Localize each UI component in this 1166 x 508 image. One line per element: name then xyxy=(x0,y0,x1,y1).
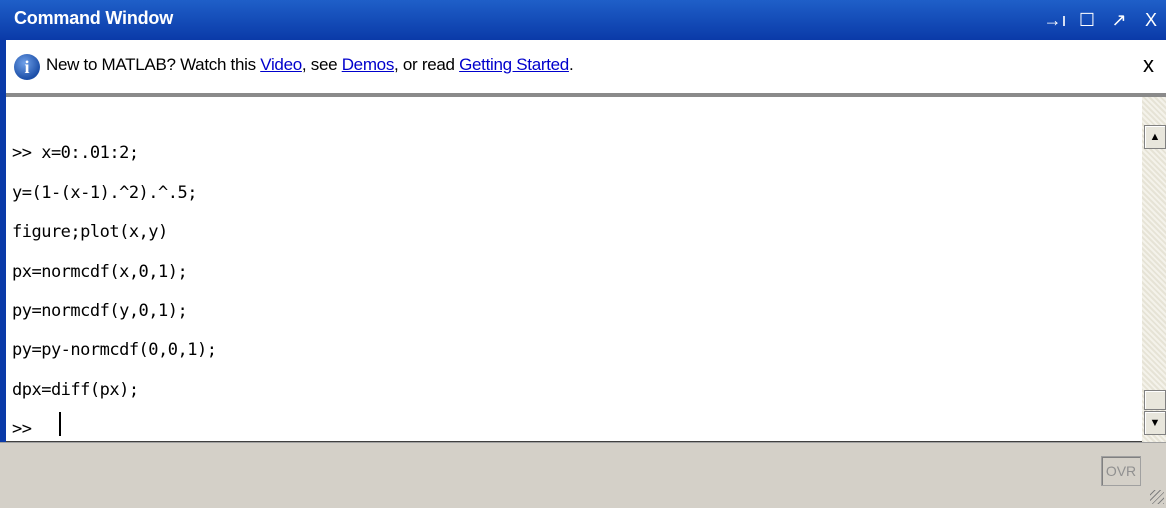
window-title: Command Window xyxy=(14,8,174,28)
info-close-icon[interactable]: x xyxy=(1143,52,1154,78)
text-cursor xyxy=(59,412,61,436)
close-icon[interactable]: X xyxy=(1142,9,1160,31)
console-line: px=normcdf(x,0,1); xyxy=(12,262,188,282)
info-icon: i xyxy=(14,54,40,80)
title-bar[interactable]: Command Window →ı ☐ ↗ X xyxy=(0,0,1166,41)
getting-started-link[interactable]: Getting Started xyxy=(459,55,569,74)
info-mid1: , see xyxy=(301,55,342,74)
restore-icon[interactable]: ↗ xyxy=(1110,9,1128,31)
undock-icon[interactable]: →ı xyxy=(1044,9,1067,31)
command-prompt[interactable]: >> xyxy=(12,419,41,439)
video-link[interactable]: Video xyxy=(260,55,302,74)
demos-link[interactable]: Demos xyxy=(342,55,395,74)
vertical-scrollbar[interactable]: ▲ ▼ xyxy=(1142,97,1166,442)
resize-grip-icon[interactable] xyxy=(1150,490,1164,504)
console-line: y=(1-(x-1).^2).^.5; xyxy=(12,183,197,203)
console-line: py=py-normcdf(0,0,1); xyxy=(12,340,217,360)
console-line: >> x=0:.01:2; xyxy=(12,143,139,163)
console-line: figure;plot(x,y) xyxy=(12,222,168,242)
maximize-icon[interactable]: ☐ xyxy=(1078,9,1096,31)
console-line: py=normcdf(y,0,1); xyxy=(12,301,188,321)
scroll-thumb[interactable] xyxy=(1144,390,1166,410)
scroll-up-button[interactable]: ▲ xyxy=(1144,125,1166,149)
title-bar-controls: →ı ☐ ↗ X xyxy=(1044,6,1160,34)
info-prefix: New to MATLAB? Watch this xyxy=(46,55,261,74)
overwrite-indicator: OVR xyxy=(1101,456,1141,486)
command-window: Command Window →ı ☐ ↗ X i New to MATLAB?… xyxy=(0,0,1166,508)
scroll-down-button[interactable]: ▼ xyxy=(1144,411,1166,435)
info-suffix: . xyxy=(568,55,574,74)
info-mid2: , or read xyxy=(394,55,460,74)
status-bar: OVR xyxy=(0,442,1166,508)
console-line: dpx=diff(px); xyxy=(12,380,139,400)
console-area[interactable]: >> x=0:.01:2; y=(1-(x-1).^2).^.5; figure… xyxy=(6,97,1142,443)
info-text: New to MATLAB? Watch this Video, see Dem… xyxy=(46,55,574,75)
info-bar: i New to MATLAB? Watch this Video, see D… xyxy=(6,40,1166,97)
